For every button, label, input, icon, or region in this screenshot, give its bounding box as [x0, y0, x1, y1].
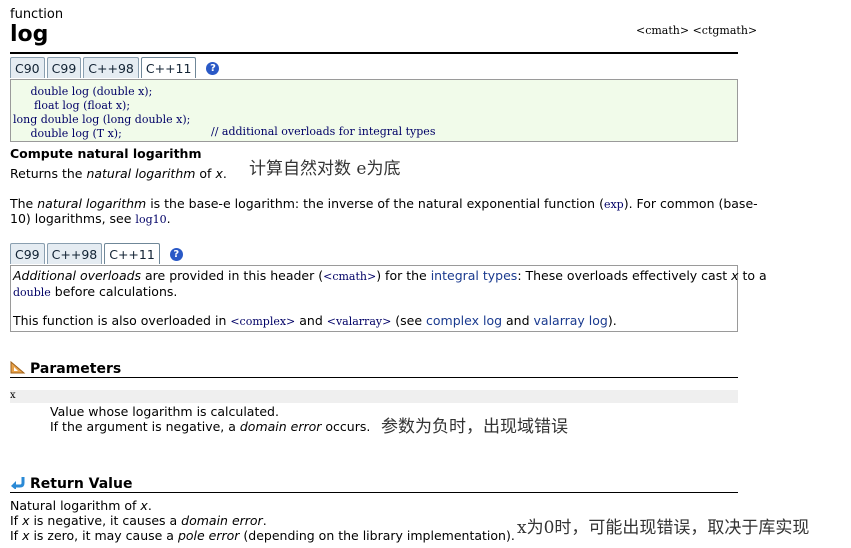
parameters-heading-row: Parameters — [10, 360, 121, 377]
desc-d: 10) logarithms, see — [10, 211, 136, 226]
complex-code[interactable]: <complex> — [230, 315, 295, 328]
prototype-comment: // additional overloads for integral typ… — [211, 125, 436, 138]
annotation-natural-log: 计算自然对数 e为底 — [249, 159, 401, 179]
rv-3c: (depending on the library implementation… — [239, 528, 515, 543]
standard-tab-cpp11[interactable]: C++11 — [140, 57, 197, 78]
pd-b: occurs. — [321, 419, 371, 434]
summary-text: Returns the natural logarithm of x. — [10, 166, 227, 181]
desc-b: is the base-e logarithm: the inverse of … — [146, 196, 604, 211]
rv-2a: If — [10, 513, 23, 528]
pd-a: If the argument is negative, a — [50, 419, 240, 434]
double-code: double — [13, 286, 51, 299]
return-arrow-icon — [11, 477, 25, 490]
param-desc-1: Value whose logarithm is calculated. — [50, 404, 279, 419]
integral-types-link[interactable]: integral types — [431, 268, 518, 283]
ov-d: to a — [738, 268, 767, 283]
summary-prefix: Returns the — [10, 166, 87, 181]
description-line-2: 10) logarithms, see log10. — [10, 211, 171, 226]
parameters-rule — [10, 377, 738, 378]
page-title: log — [10, 22, 49, 47]
param-desc-2: If the argument is negative, a domain er… — [50, 419, 370, 434]
standard-tab-cpp98[interactable]: C++98 — [83, 57, 139, 78]
summary-end: . — [222, 166, 227, 181]
overloads-line-3: This function is also overloaded in <com… — [13, 313, 617, 328]
rv-3em: pole error — [177, 528, 240, 543]
overloads-box: Additional overloads are provided in thi… — [10, 265, 767, 332]
return-line-1: Natural logarithm of x. — [10, 498, 152, 513]
desc-e: . — [166, 211, 171, 226]
title-rule — [10, 52, 738, 54]
desc-a: The — [10, 196, 38, 211]
prototype-line: double log (double x); — [13, 83, 735, 98]
ov-em: Additional overloads — [13, 268, 142, 283]
complex-log-link[interactable]: complex log — [426, 313, 502, 328]
ov-g: and — [295, 313, 327, 328]
ov-i: and — [502, 313, 534, 328]
prototype-line: float log (float x); — [13, 97, 735, 112]
ov-e: before calculations. — [50, 284, 178, 299]
help-icon[interactable]: ? — [206, 62, 220, 75]
standard-tab-cpp98[interactable]: C++98 — [46, 243, 103, 264]
prototype-box: double log (double x); float log (float … — [10, 79, 738, 142]
prototype-line: double log (T x); // additional overloads… — [13, 125, 735, 140]
overloads-line-1: Additional overloads are provided in thi… — [13, 268, 767, 283]
cmath-code[interactable]: <cmath> — [323, 270, 376, 283]
return-heading-row: Return Value — [10, 475, 132, 492]
summary-heading: Compute natural logarithm — [10, 146, 202, 161]
ov-h: (see — [391, 313, 427, 328]
rv-1b: . — [147, 498, 152, 513]
parameters-heading: Parameters — [29, 361, 122, 377]
rv-2c: . — [262, 513, 267, 528]
rv-1a: Natural logarithm of — [10, 498, 141, 513]
pd-em: domain error — [239, 419, 322, 434]
standard-tab-c99[interactable]: C99 — [46, 57, 82, 78]
return-line-2: If x is negative, it causes a domain err… — [10, 513, 267, 528]
exp-code[interactable]: exp — [604, 198, 624, 211]
param-name-row: x — [10, 390, 738, 403]
param-name: x — [10, 390, 16, 401]
ov-x: x — [731, 268, 739, 283]
standard-tab-c90[interactable]: C90 — [10, 57, 45, 78]
desc-c: ). For common (base- — [623, 196, 758, 211]
standard-tabs-prototype: C90 C99 C++98 C++11? — [10, 57, 220, 78]
rv-1x: x — [140, 498, 148, 513]
annotation-negative-arg: 参数为负时，出现域错误 — [381, 417, 568, 437]
ruler-icon — [10, 360, 26, 374]
header-files: <cmath> <ctgmath> — [636, 24, 758, 37]
return-rule — [10, 492, 738, 493]
summary-mid: of — [195, 166, 216, 181]
description-line-1: The natural logarithm is the base-e loga… — [10, 196, 758, 211]
rv-3a: If — [10, 528, 23, 543]
ov-j: ). — [607, 313, 617, 328]
ov-f: This function is also overloaded in — [13, 313, 231, 328]
overloads-line-2: double before calculations. — [13, 284, 177, 299]
valarray-code[interactable]: <valarray> — [327, 315, 392, 328]
summary-x: x — [215, 166, 223, 181]
rv-3b: is zero, it may cause a — [29, 528, 178, 543]
annotation-zero-arg: x为0时，可能出现错误，取决于库实现 — [517, 518, 810, 538]
ov-c: : These overloads effectively cast — [517, 268, 732, 283]
prototype-line: long double log (long double x); — [13, 111, 735, 126]
summary-natural-log: natural logarithm — [86, 166, 196, 181]
valarray-log-link[interactable]: valarray log — [534, 313, 608, 328]
help-icon[interactable]: ? — [169, 248, 183, 261]
desc-em: natural logarithm — [37, 196, 147, 211]
log10-code[interactable]: log10 — [135, 213, 166, 226]
ov-a: are provided in this header ( — [141, 268, 324, 283]
return-heading: Return Value — [29, 476, 133, 492]
standard-tab-cpp11[interactable]: C++11 — [104, 243, 160, 264]
standard-tab-c99[interactable]: C99 — [10, 243, 45, 264]
rv-2em: domain error — [181, 513, 263, 528]
standard-tabs-overloads: C99 C++98 C++11? — [10, 243, 183, 264]
ov-b: ) for the — [376, 268, 431, 283]
rv-2b: is negative, it causes a — [29, 513, 182, 528]
return-line-3: If x is zero, it may cause a pole error … — [10, 528, 515, 543]
prototype-signature: double log (T x); — [13, 127, 122, 140]
function-kind-label: function — [10, 7, 64, 22]
